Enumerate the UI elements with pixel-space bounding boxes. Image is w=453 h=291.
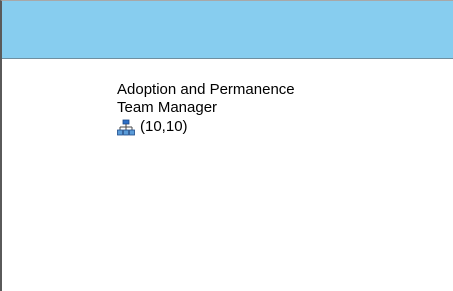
org-chart-icon[interactable] xyxy=(117,119,135,136)
node-title-line2: Team Manager xyxy=(117,99,218,116)
canvas-frame: Adoption and Permanence Team Manager (10… xyxy=(0,0,453,291)
header-bar xyxy=(2,1,453,59)
node-meta: (10,10) xyxy=(117,118,295,136)
node-count: (10,10) xyxy=(140,118,188,135)
org-node[interactable]: Adoption and Permanence Team Manager (10… xyxy=(117,81,295,136)
node-title-line1: Adoption and Permanence xyxy=(117,81,295,98)
